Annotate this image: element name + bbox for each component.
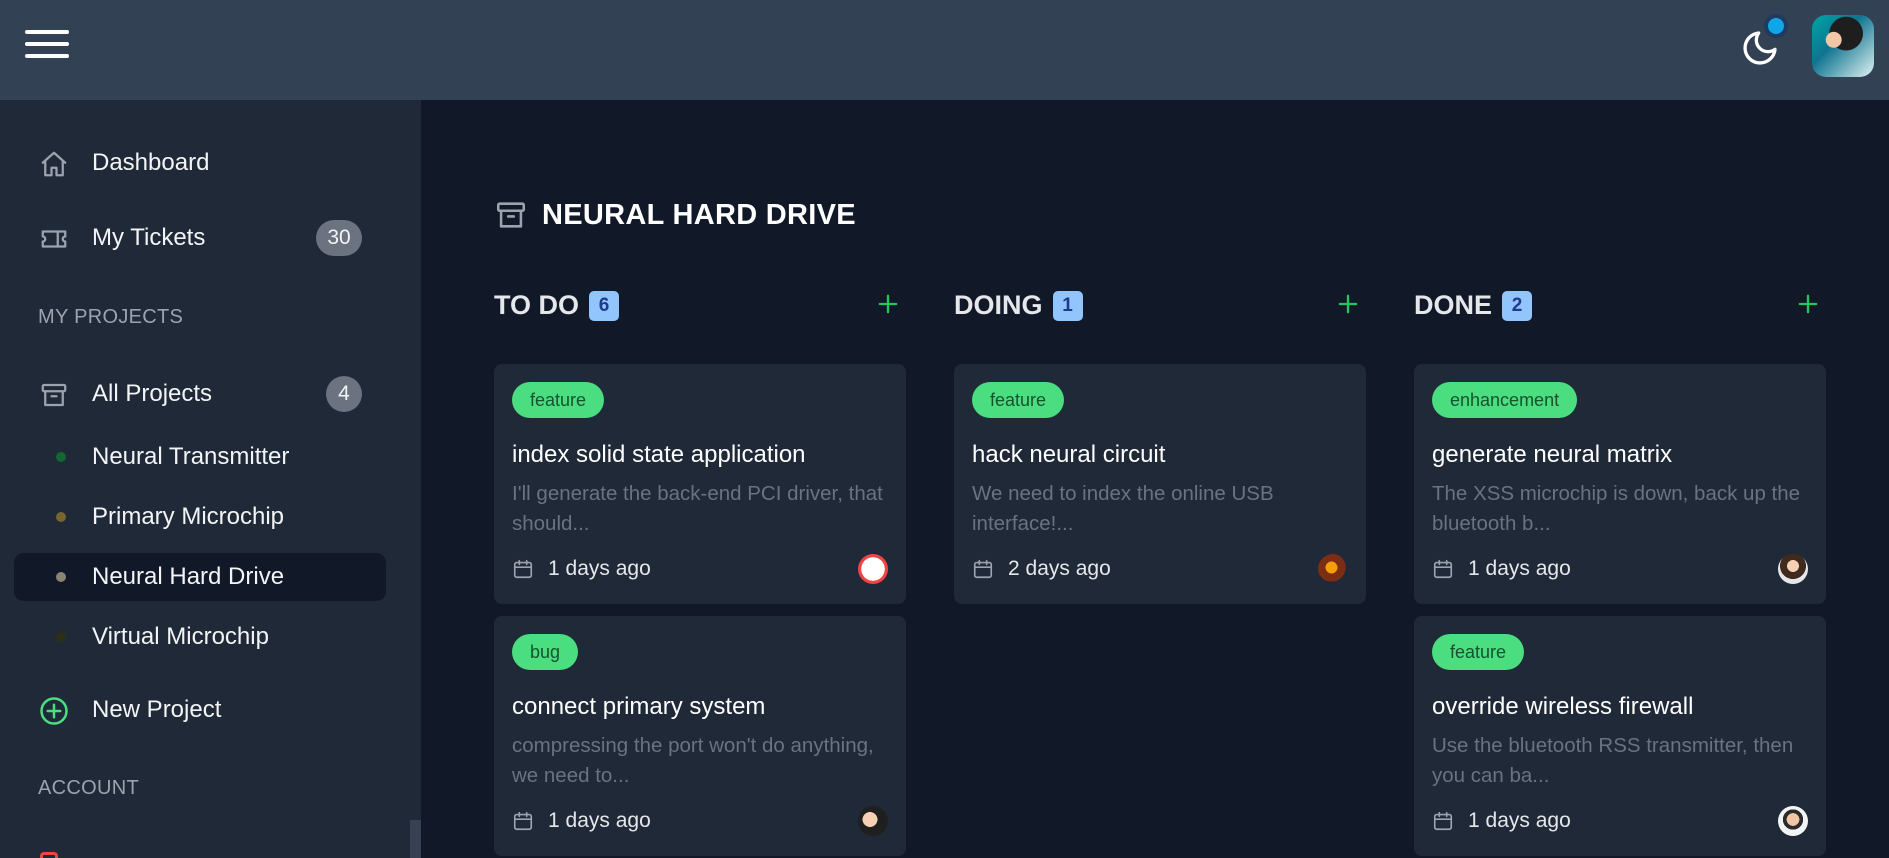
sidebar-item-my-tickets[interactable]: My Tickets 30 (14, 214, 386, 262)
card-description: Use the bluetooth RSS transmitter, then … (1432, 734, 1794, 787)
task-card[interactable]: feature override wireless firewall Use t… (1414, 616, 1826, 856)
column-count-badge: 6 (589, 290, 620, 321)
card-tag: enhancement (1432, 382, 1578, 418)
card-tag: bug (512, 634, 579, 670)
sidebar-item-label: Virtual Microchip (92, 623, 269, 650)
card-date: 1 days ago (548, 809, 651, 832)
task-card[interactable]: feature index solid state application I'… (494, 364, 906, 604)
ticket-icon (41, 230, 67, 248)
logout-icon[interactable] (40, 852, 58, 858)
sidebar-item-label: Primary Microchip (92, 503, 285, 530)
column-title: DOING (954, 290, 1043, 320)
column-header-doing: DOING 1 (954, 290, 1083, 321)
card-description: I'll generate the back-end PCI driver, t… (512, 482, 883, 535)
card-description: compressing the port won't do anything, … (512, 734, 874, 787)
sidebar: Dashboard My Tickets 30 MY PROJECTS All … (0, 100, 421, 858)
sidebar-item-all-projects[interactable]: All Projects 4 (14, 370, 386, 418)
calendar-icon (1433, 811, 1453, 831)
add-card-button[interactable] (1794, 290, 1822, 318)
archive-icon (41, 383, 67, 407)
sidebar-item-label: Neural Transmitter (92, 443, 290, 470)
sidebar-item-neural-transmitter[interactable]: Neural Transmitter (14, 433, 386, 481)
card-description: The XSS microchip is down, back up the b… (1432, 482, 1801, 535)
user-avatar[interactable] (1812, 15, 1874, 77)
card-tag: feature (1432, 634, 1525, 670)
column-title: DONE (1414, 290, 1493, 320)
assignee-avatar[interactable] (1318, 554, 1348, 584)
column-count-badge: 2 (1502, 290, 1533, 321)
sidebar-scrollbar[interactable] (410, 820, 421, 858)
sidebar-item-label: New Project (92, 696, 222, 723)
assignee-avatar[interactable] (858, 806, 888, 836)
column-header-done: DONE 2 (1414, 290, 1533, 321)
projects-count-badge: 4 (326, 376, 362, 412)
calendar-icon (513, 559, 533, 579)
sidebar-item-label: All Projects (92, 380, 213, 407)
card-date: 1 days ago (1468, 809, 1571, 832)
sidebar-item-label: Dashboard (92, 149, 210, 176)
column-count-badge: 1 (1052, 290, 1083, 321)
account-section-label: ACCOUNT (38, 777, 139, 799)
card-title: override wireless firewall (1432, 693, 1694, 720)
project-color-dot (56, 452, 66, 462)
project-color-dot (56, 572, 66, 582)
card-title: generate neural matrix (1432, 441, 1673, 468)
assignee-avatar[interactable] (1778, 806, 1808, 836)
top-bar (0, 0, 1889, 100)
card-tag: feature (512, 382, 605, 418)
home-icon (41, 151, 67, 177)
sidebar-item-label: Neural Hard Drive (92, 563, 285, 590)
column-header-todo: TO DO 6 (494, 290, 620, 321)
sidebar-item-label: My Tickets (92, 224, 206, 251)
card-title: connect primary system (512, 693, 766, 720)
sidebar-item-virtual-microchip[interactable]: Virtual Microchip (14, 613, 386, 661)
card-title: hack neural circuit (972, 441, 1166, 468)
assignee-avatar[interactable] (858, 554, 888, 584)
project-color-dot (56, 632, 66, 642)
page-title: NEURAL HARD DRIVE (542, 198, 856, 231)
plus-circle-icon (40, 697, 68, 725)
sidebar-item-primary-microchip[interactable]: Primary Microchip (14, 493, 386, 541)
task-card[interactable]: bug connect primary system compressing t… (494, 616, 906, 856)
card-date: 1 days ago (548, 557, 651, 580)
calendar-icon (513, 811, 533, 831)
new-project-button[interactable]: New Project (14, 686, 386, 734)
archive-icon (496, 202, 526, 228)
add-card-button[interactable] (1334, 290, 1362, 318)
project-color-dot (56, 512, 66, 522)
sidebar-item-neural-hard-drive[interactable]: Neural Hard Drive (14, 553, 386, 601)
my-projects-section-label: MY PROJECTS (38, 306, 184, 328)
task-card[interactable]: enhancement generate neural matrix The X… (1414, 364, 1826, 604)
assignee-avatar[interactable] (1778, 554, 1808, 584)
notification-dot (1764, 14, 1788, 38)
card-date: 2 days ago (1008, 557, 1111, 580)
card-date: 1 days ago (1468, 557, 1571, 580)
card-tag: feature (972, 382, 1065, 418)
card-description: We need to index the online USB interfac… (972, 482, 1274, 535)
card-title: index solid state application (512, 441, 806, 468)
tickets-count-badge: 30 (316, 220, 362, 256)
page-header: NEURAL HARD DRIVE (494, 198, 856, 232)
calendar-icon (1433, 559, 1453, 579)
add-card-button[interactable] (874, 290, 902, 318)
sidebar-item-dashboard[interactable]: Dashboard (14, 139, 386, 187)
task-card[interactable]: feature hack neural circuit We need to i… (954, 364, 1366, 604)
hamburger-icon[interactable] (25, 30, 69, 62)
column-title: TO DO (494, 290, 580, 320)
calendar-icon (973, 559, 993, 579)
